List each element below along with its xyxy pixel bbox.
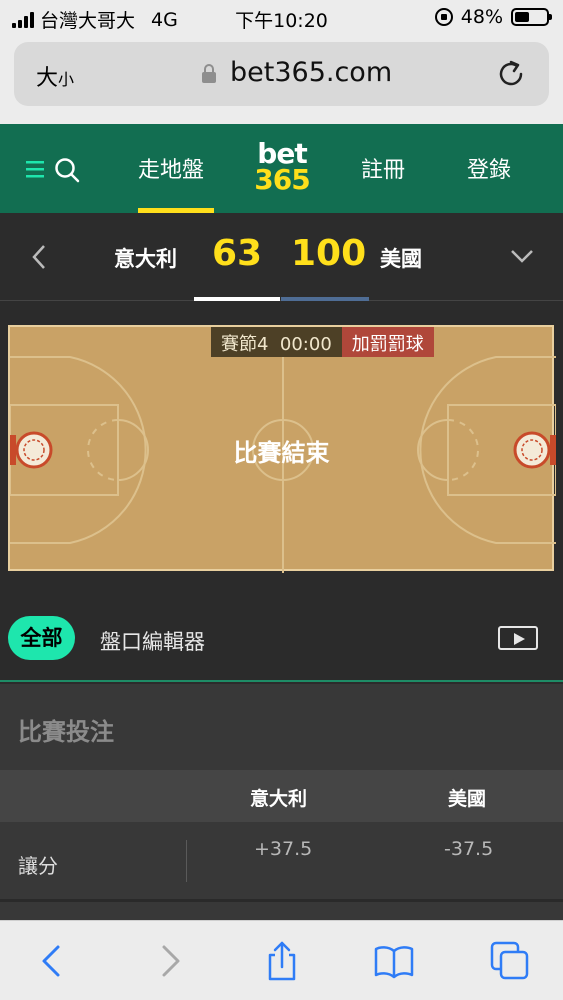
bookmarks-icon[interactable] [374,941,414,981]
lock-icon [202,64,216,83]
menu-search-icon[interactable] [26,157,82,183]
text-size-button[interactable]: 大小 [36,60,74,92]
reload-icon[interactable] [495,58,527,90]
column-home: 意大利 [250,788,308,810]
back-icon[interactable] [32,941,72,981]
logo-text-bottom: 365 [254,163,310,196]
game-clock: 00:00 [279,334,332,355]
period-clock: 賽節4 00:00 [211,327,342,357]
register-link[interactable]: 註冊 [361,152,405,184]
period-indicator: 賽節4 00:00 加罰罰球 [211,327,434,357]
filter-all-button[interactable]: 全部 [8,616,75,660]
page: 台灣大哥大 4G 下午10:20 48% 大小 bet365.com 走地盤 b… [0,0,563,1000]
bet365-logo[interactable]: bet 365 [248,140,316,194]
bet-builder-tab[interactable]: 盤口編輯器 [100,626,205,656]
text-size-small: 小 [58,70,75,89]
bonus-badge: 加罰罰球 [341,327,434,357]
home-team-name[interactable]: 意大利 [114,243,177,273]
away-score: 100 [291,233,367,274]
market-row: 讓分 +37.5 -37.5 [0,822,563,902]
row-divider [186,840,187,882]
scoreboard: 意大利 63 100 美國 [0,213,563,301]
video-play-icon[interactable] [498,626,538,650]
tab-in-play[interactable]: 走地盤 [138,152,204,184]
market-title[interactable]: 比賽投注 [18,712,114,747]
url-text: bet365.com [230,57,393,88]
rotation-lock-icon [434,8,453,26]
market-row-label: 讓分 [18,854,58,878]
address-bar[interactable]: 大小 bet365.com [14,42,549,106]
status-bar: 台灣大哥大 4G 下午10:20 48% [0,0,563,36]
forward-icon[interactable] [150,941,190,981]
column-away: 美國 [448,788,487,810]
home-score: 63 [212,233,263,274]
browser-chrome: 大小 bet365.com [0,36,563,124]
tabs-icon[interactable] [490,941,530,981]
chevron-down-icon[interactable] [509,247,535,265]
handicap-away-odds[interactable]: -37.5 [444,838,493,860]
browser-toolbar [0,920,563,1000]
login-link[interactable]: 登錄 [467,152,511,184]
match-status: 比賽結束 [233,439,330,467]
away-team-name[interactable]: 美國 [380,243,422,273]
battery-level [515,12,530,22]
battery-percent: 48% [460,6,503,28]
chevron-left-icon[interactable] [30,243,48,271]
match-betting-market: 比賽投注 意大利 美國 讓分 +37.5 -37.5 [0,684,563,920]
battery-icon [511,8,552,26]
site-header: 走地盤 bet 365 註冊 登錄 [0,124,563,213]
handicap-home-odds[interactable]: +37.5 [254,838,312,860]
market-header-row: 意大利 美國 [0,770,563,822]
market-filter-bar: 全部 盤口編輯器 [0,606,563,682]
period-label: 賽節4 [221,334,269,355]
text-size-large: 大 [36,66,59,91]
share-icon[interactable] [262,941,302,981]
